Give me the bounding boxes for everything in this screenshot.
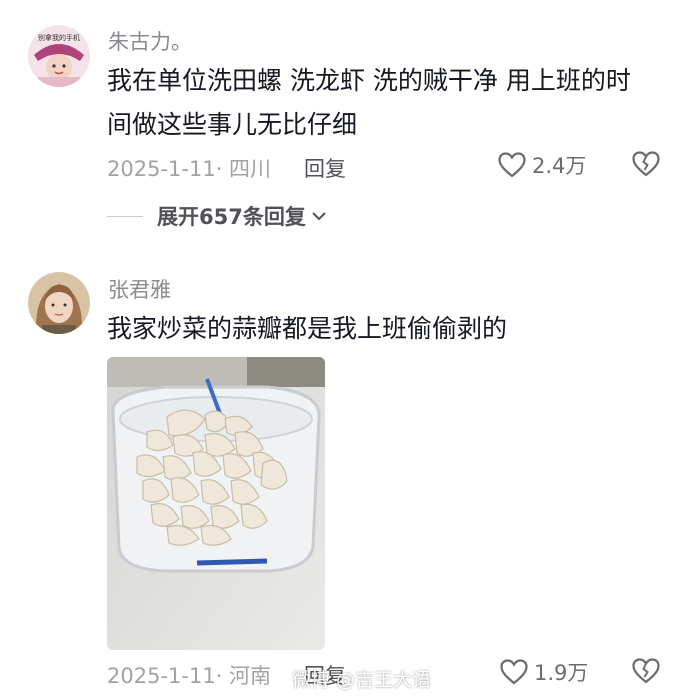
like-count: 2.4万 — [532, 154, 587, 178]
avatar[interactable] — [28, 272, 90, 334]
chevron-down-icon — [312, 212, 326, 221]
heart-outline-icon — [498, 152, 526, 178]
watermark: 微博 @吉王大语 — [292, 665, 431, 692]
expand-label: 展开657条回复 — [157, 205, 306, 229]
comment-text-line: 间做这些事儿无比仔细 — [107, 110, 358, 139]
watermark-text: 微博 @吉王大语 — [292, 669, 432, 691]
dislike-button[interactable] — [632, 658, 660, 688]
expand-replies[interactable]: 展开657条回复 — [107, 201, 327, 231]
reply-button[interactable]: 回复 — [304, 153, 346, 183]
username[interactable]: 张君雅 — [108, 274, 171, 304]
broken-heart-icon — [632, 151, 660, 177]
like-button[interactable]: 2.4万 — [498, 150, 586, 180]
date-location: 2025-1-11· 河南 — [107, 664, 272, 688]
comment-text: 我家炒菜的蒜瓣都是我上班偷偷剥的 — [107, 314, 508, 343]
like-count: 1.9万 — [534, 661, 589, 685]
like-button[interactable]: 1.9万 — [500, 657, 588, 687]
avatar-caption: 别拿我的手机 — [38, 34, 80, 42]
date-location: 2025-1-11· 四川 — [107, 157, 272, 181]
divider — [107, 215, 143, 217]
comment-text-line: 我在单位洗田螺 洗龙虾 洗的贼干净 用上班的时 — [107, 66, 631, 95]
dislike-button[interactable] — [632, 151, 660, 181]
broken-heart-icon — [632, 658, 660, 684]
heart-outline-icon — [500, 659, 528, 685]
username[interactable]: 朱古力。 — [108, 26, 192, 56]
avatar[interactable]: 别拿我的手机 — [28, 25, 90, 87]
comment-text: 我在单位洗田螺 洗龙虾 洗的贼干净 用上班的时 间做这些事儿无比仔细 — [107, 59, 667, 147]
comment-photo[interactable] — [107, 357, 325, 650]
